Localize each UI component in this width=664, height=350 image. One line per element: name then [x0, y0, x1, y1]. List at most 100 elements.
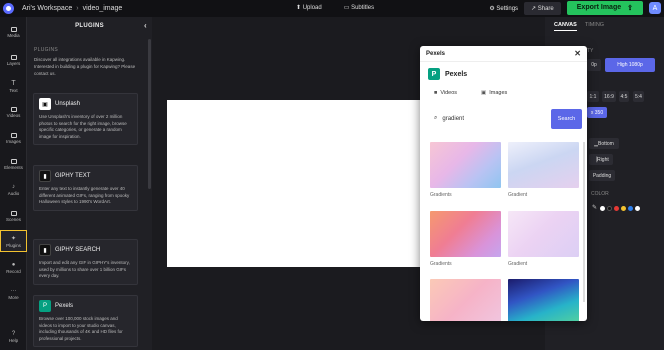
- color-swatch-white-2[interactable]: [635, 206, 640, 211]
- nav-plugins[interactable]: ✦ Plugins: [0, 230, 27, 252]
- modal-title: Pexels: [426, 50, 446, 57]
- subtitles-button[interactable]: ▭ Subtitles: [344, 4, 374, 11]
- align-bottom-button[interactable]: ▁ Bottom: [589, 138, 619, 149]
- result-label: Gradient: [508, 261, 528, 267]
- breadcrumb-separator: ›: [76, 5, 79, 12]
- giphy-text-icon: ▮: [39, 170, 51, 182]
- plugins-section-label: PLUGINS: [34, 47, 59, 53]
- settings-button[interactable]: ⚙ Settings: [489, 5, 518, 12]
- padding-button[interactable]: Padding: [589, 170, 615, 181]
- plugin-card-pexels[interactable]: P Pexels Browse over 100,000 stock images…: [33, 295, 138, 348]
- plugins-intro: Discover all integrations available in K…: [34, 57, 136, 76]
- color-swatch-black[interactable]: [607, 206, 612, 211]
- resolution-option[interactable]: 0p: [587, 59, 601, 71]
- plugin-card-title: Pexels: [55, 303, 74, 309]
- plugin-card-giphy-text[interactable]: ▮ GIPHY TEXT Enter any text to instantly …: [33, 165, 138, 211]
- workspace-name[interactable]: Ari's Workspace: [22, 5, 72, 12]
- ratio-4-5[interactable]: 4:5: [619, 91, 629, 102]
- color-swatch-yellow[interactable]: [621, 206, 626, 211]
- plugin-card-desc: Import and edit any GIF in GIPHY's inven…: [39, 260, 130, 279]
- color-swatch-red[interactable]: [614, 206, 619, 211]
- editor-canvas[interactable]: [167, 100, 433, 267]
- collapse-chevron-icon[interactable]: ‹: [144, 21, 147, 30]
- plugin-card-title: GIPHY TEXT: [55, 173, 91, 179]
- eyedropper-icon[interactable]: ✎: [592, 204, 597, 211]
- plugin-card-unsplash[interactable]: ▣ Unsplash Use Unsplash's inventory of ov…: [33, 93, 138, 146]
- nav-scenes[interactable]: Scenes: [0, 205, 27, 227]
- nav-text[interactable]: T Text: [0, 75, 27, 97]
- resolution-1080p-button[interactable]: High 1080p: [605, 58, 655, 72]
- plugin-card-giphy-search[interactable]: ▮ GIPHY SEARCH Import and edit any GIF in…: [33, 239, 138, 285]
- unsplash-icon: ▣: [39, 98, 51, 110]
- result-thumbnail[interactable]: [508, 211, 579, 257]
- record-icon: ●: [11, 262, 16, 268]
- right-label: Right: [597, 156, 609, 163]
- nav-images[interactable]: Images: [0, 127, 27, 149]
- giphy-search-icon: ▮: [39, 244, 51, 256]
- right-panel-tabs: CANVAS TIMING: [545, 17, 664, 31]
- nav-label: Audio: [7, 191, 20, 196]
- text-icon: T: [11, 79, 16, 87]
- nav-label: Text: [9, 87, 18, 93]
- export-icon: ⇪: [627, 5, 633, 12]
- ratio-16-9[interactable]: 16:9: [602, 91, 616, 102]
- upload-button[interactable]: ⬆ Upload: [296, 4, 322, 11]
- search-button[interactable]: Search: [551, 109, 582, 129]
- canvas-size-chip[interactable]: x 350: [587, 107, 607, 118]
- modal-scrollbar[interactable]: [583, 142, 585, 302]
- top-actions: ⬆ Upload ▭ Subtitles: [296, 4, 374, 11]
- nav-label: Layers: [6, 60, 21, 66]
- top-bar: Ari's Workspace › video_image ⬆ Upload ▭ S…: [0, 0, 664, 17]
- result-thumbnail[interactable]: [430, 211, 501, 257]
- images-icon: [10, 132, 17, 138]
- nav-media[interactable]: Media: [0, 21, 27, 43]
- workspace-logo-icon[interactable]: [3, 3, 14, 14]
- nav-record[interactable]: ● Record: [0, 257, 27, 279]
- nav-label: More: [8, 295, 19, 300]
- ratio-5-4[interactable]: 5:4: [633, 91, 644, 102]
- result-thumbnail[interactable]: [430, 142, 501, 188]
- color-swatch-blue[interactable]: [628, 206, 633, 211]
- plugins-scrollbar[interactable]: [148, 39, 151, 189]
- color-swatch-white[interactable]: [600, 206, 605, 211]
- pexels-icon: P: [39, 300, 51, 312]
- nav-more[interactable]: ··· More: [0, 283, 27, 305]
- nav-label: Scenes: [5, 216, 21, 222]
- result-thumbnail[interactable]: [508, 279, 579, 321]
- plugin-card-desc: Enter any text to instantly generate ove…: [39, 186, 130, 205]
- more-icon: ···: [10, 288, 17, 294]
- nav-layers[interactable]: Layers: [0, 49, 27, 71]
- avatar[interactable]: A: [649, 2, 661, 14]
- bg-color-label: COLOR: [591, 191, 609, 197]
- ratio-1-1[interactable]: 1:1: [587, 91, 599, 102]
- plugins-icon: ✦: [10, 235, 17, 242]
- align-right-button[interactable]: ▕ Right: [589, 154, 613, 165]
- tab-videos[interactable]: ■ Videos: [434, 90, 457, 96]
- project-name[interactable]: video_image: [83, 5, 123, 12]
- upload-label: Upload: [302, 5, 322, 11]
- pexels-brand-name: Pexels: [445, 70, 468, 78]
- export-button[interactable]: Export Image ⇪: [566, 1, 643, 15]
- nav-label: Media: [7, 32, 20, 38]
- nav-elements[interactable]: Elements: [0, 153, 27, 175]
- modal-header: Pexels ✕: [420, 46, 587, 62]
- export-label: Export Image: [576, 4, 622, 11]
- bottom-label: Bottom: [598, 140, 614, 147]
- tab-canvas[interactable]: CANVAS: [554, 22, 577, 31]
- result-thumbnail[interactable]: [430, 279, 501, 321]
- nav-label: Elements: [4, 164, 23, 170]
- nav-label: Record: [6, 269, 21, 274]
- settings-label: Settings: [496, 5, 519, 12]
- close-icon[interactable]: ✕: [574, 49, 581, 58]
- result-thumbnail[interactable]: [508, 142, 579, 188]
- share-button[interactable]: ↗ Share: [524, 1, 561, 15]
- nav-videos[interactable]: Videos: [0, 101, 27, 123]
- tab-timing[interactable]: TIMING: [585, 22, 604, 31]
- pexels-logo-icon: P: [428, 68, 440, 80]
- nav-audio[interactable]: ♪ Audio: [0, 179, 27, 201]
- tab-images[interactable]: ▣ Images: [481, 90, 507, 96]
- nav-label: Help: [8, 338, 19, 343]
- search-input[interactable]: ⌕ gradient: [430, 109, 547, 128]
- nav-help[interactable]: ? Help: [0, 326, 27, 348]
- plugin-card-desc: Use Unsplash's inventory of over 2 milli…: [39, 114, 127, 139]
